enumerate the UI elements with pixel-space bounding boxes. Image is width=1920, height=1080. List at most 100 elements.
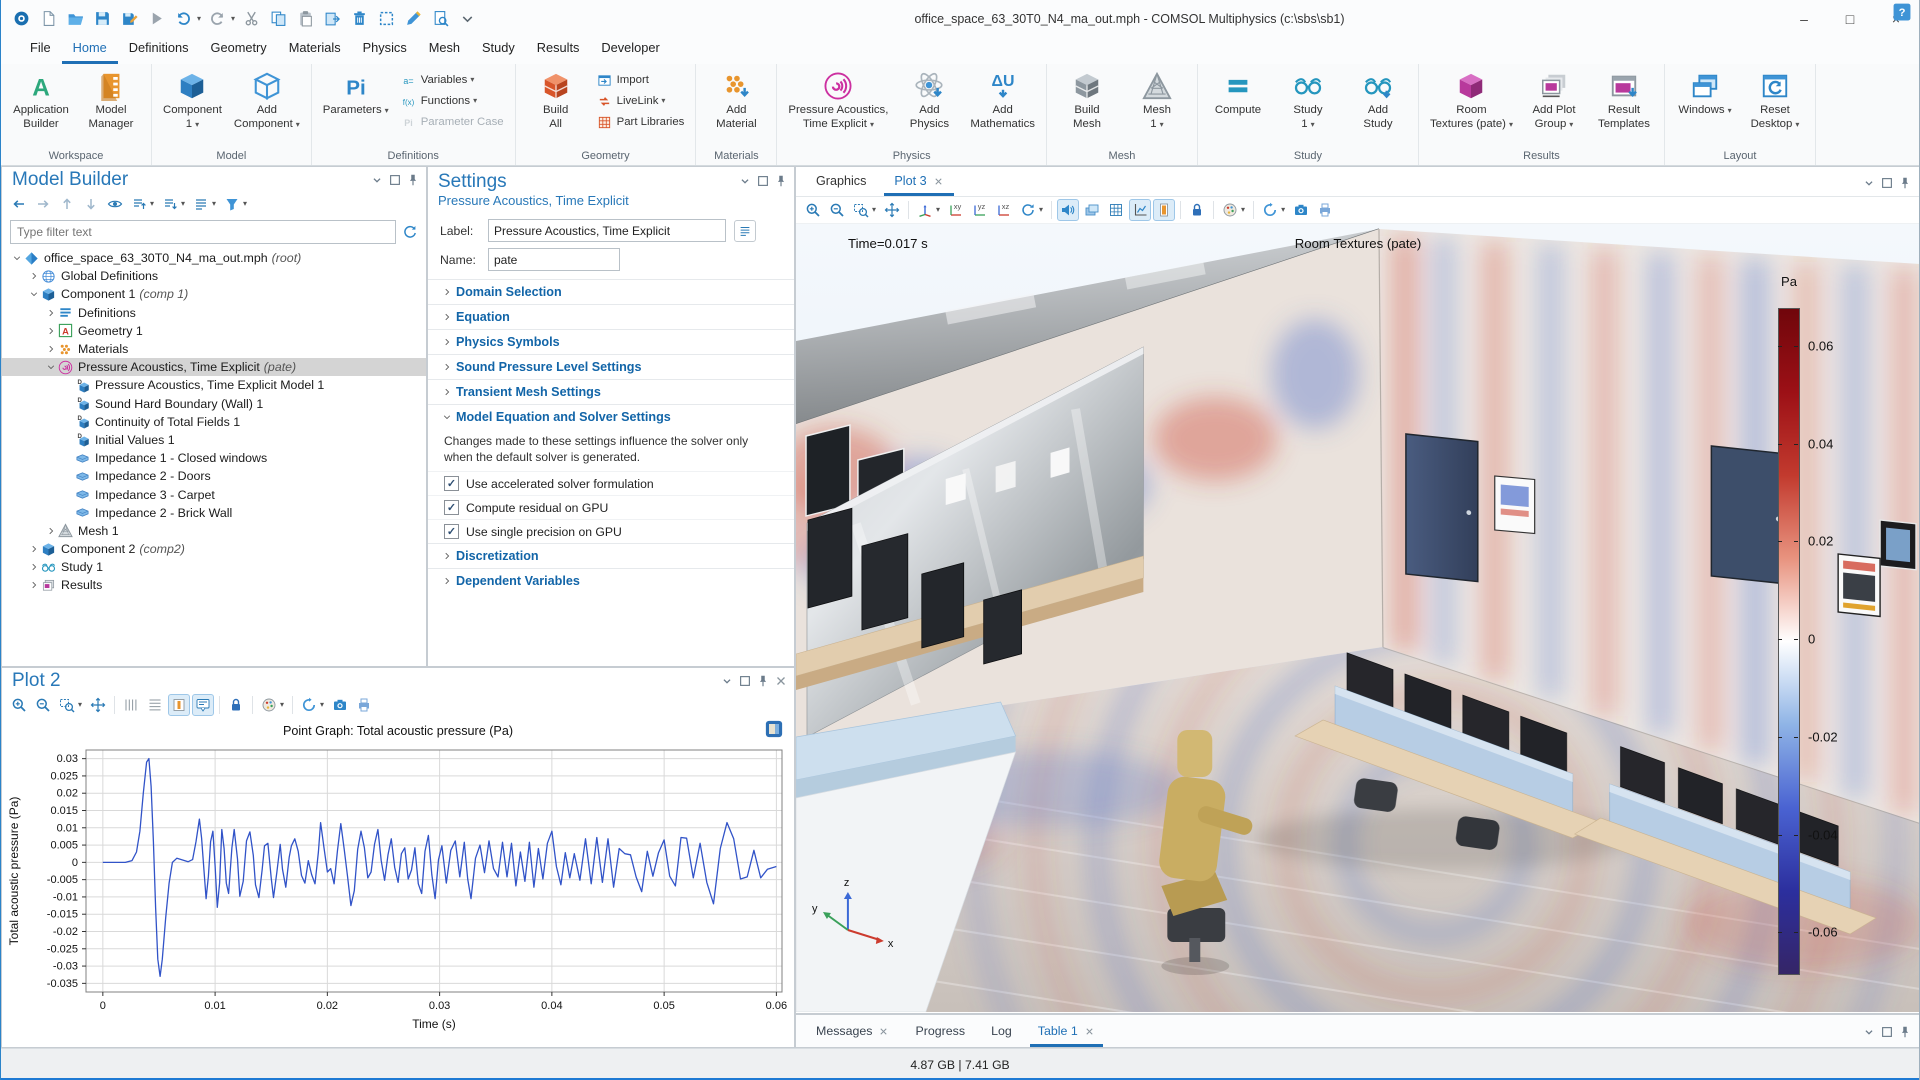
section-discretization[interactable]: Discretization: [428, 543, 794, 568]
toolbar-button-zoom-box[interactable]: ▾: [56, 694, 85, 716]
menu-home[interactable]: Home: [61, 36, 118, 64]
toolbar-button-grid-vertical[interactable]: [120, 694, 142, 716]
filter-input[interactable]: [10, 220, 396, 244]
name-field[interactable]: [488, 248, 620, 271]
toolbar-button-lock[interactable]: [1186, 199, 1208, 221]
pin-icon[interactable]: [406, 173, 420, 187]
save-as-button[interactable]: [119, 8, 140, 29]
chevron-down-icon[interactable]: [1862, 1025, 1876, 1039]
checkbox-compute-residual-on-gpu[interactable]: ✓ Compute residual on GPU: [428, 495, 794, 519]
collapse-arrow-icon[interactable]: [44, 362, 58, 372]
toolbar-button-scene[interactable]: [1081, 199, 1103, 221]
label-options-button[interactable]: [734, 219, 756, 242]
tree-item-continuity-of-total-fields-1[interactable]: D Continuity of Total Fields 1: [2, 413, 426, 431]
toolbar-button-palette[interactable]: ▾: [1219, 199, 1248, 221]
toolbar-button-camera[interactable]: [329, 694, 351, 716]
ribbon-button-component-1[interactable]: Component 1 ▾: [158, 68, 227, 134]
tab-table-1[interactable]: Table 1: [1029, 1019, 1103, 1047]
tree-item-results[interactable]: Results: [2, 576, 426, 594]
toolbar-button-view-yz[interactable]: yz: [969, 199, 991, 221]
help-button[interactable]: ?: [1893, 3, 1911, 21]
ribbon-button-add-material[interactable]: Add Material: [702, 68, 770, 134]
checkbox-use-accelerated-solver-formulation[interactable]: ✓ Use accelerated solver formulation: [428, 471, 794, 495]
maximize-button[interactable]: □: [1827, 0, 1873, 37]
expand-arrow-icon[interactable]: [27, 562, 41, 572]
tree-item-geometry-1[interactable]: A Geometry 1: [2, 322, 426, 340]
ribbon-button-result-templates[interactable]: Result Templates: [1590, 68, 1658, 134]
menu-physics[interactable]: Physics: [352, 36, 418, 64]
plot-thumbnail-icon[interactable]: [764, 719, 784, 739]
ribbon-button-variables[interactable]: a= Variables ▾: [396, 70, 509, 90]
toolbar-button-grid-icon[interactable]: [1105, 199, 1127, 221]
expand-arrow-icon[interactable]: [44, 308, 58, 318]
toolbar-button-view-triad[interactable]: ▾: [914, 199, 943, 221]
toolbar-button-speaker[interactable]: [1057, 199, 1080, 221]
tab-progress[interactable]: Progress: [907, 1019, 973, 1047]
chevron-down-icon[interactable]: [1862, 176, 1876, 190]
ribbon-button-application-builder[interactable]: A Application Builder: [7, 68, 75, 134]
ribbon-button-windows[interactable]: Windows ▾: [1671, 68, 1739, 121]
ribbon-button-study-1[interactable]: Study 1 ▾: [1274, 68, 1342, 134]
expand-arrow-icon[interactable]: [44, 526, 58, 536]
copy-button[interactable]: [268, 8, 289, 29]
toolbar-button-grid-horizontal[interactable]: [144, 694, 166, 716]
toolbar-button-filter[interactable]: ▾: [221, 193, 250, 215]
minimize-button[interactable]: –: [1781, 0, 1827, 37]
section-transient-mesh-settings[interactable]: Transient Mesh Settings: [428, 379, 794, 404]
section-domain-selection[interactable]: Domain Selection: [428, 279, 794, 304]
cut-button[interactable]: [241, 8, 262, 29]
close-icon[interactable]: [774, 674, 788, 688]
paste-button[interactable]: [295, 8, 316, 29]
toolbar-button-plot-axes[interactable]: [1129, 199, 1152, 221]
section-model-equation-and-solver-settings[interactable]: Model Equation and Solver Settings: [428, 404, 794, 429]
toolbar-button-palette[interactable]: ▾: [258, 694, 287, 716]
ribbon-button-build-all[interactable]: Build All: [522, 68, 590, 134]
redo-button[interactable]: ▾: [207, 8, 235, 29]
ribbon-button-add-component[interactable]: Add Component ▾: [229, 68, 305, 134]
ribbon-button-livelink[interactable]: LiveLink ▾: [592, 91, 690, 111]
toolbar-button-collapse-all[interactable]: ▾: [128, 193, 157, 215]
ribbon-button-compute[interactable]: Compute: [1204, 68, 1272, 121]
ribbon-button-pressure-acoustics-time-explicit[interactable]: Pressure Acoustics, Time Explicit ▾: [783, 68, 893, 134]
menu-mesh[interactable]: Mesh: [418, 36, 471, 64]
refresh-icon[interactable]: [402, 224, 418, 240]
ribbon-button-part-libraries[interactable]: Part Libraries: [592, 112, 690, 132]
new-file-button[interactable]: [38, 8, 59, 29]
toolbar-button-axis-marker[interactable]: [168, 694, 191, 716]
open-button[interactable]: [65, 8, 86, 29]
ribbon-button-add-study[interactable]: Add Study: [1344, 68, 1412, 134]
qat-more-button[interactable]: [457, 8, 478, 29]
toolbar-button-print[interactable]: [1314, 199, 1336, 221]
toolbar-button-rotate[interactable]: ▾: [1017, 199, 1046, 221]
pin-icon[interactable]: [1898, 1025, 1912, 1039]
menu-developer[interactable]: Developer: [590, 36, 670, 64]
delete-button[interactable]: [349, 8, 370, 29]
toolbar-button-arrow-right[interactable]: [32, 193, 54, 215]
tab-messages[interactable]: Messages: [808, 1019, 897, 1047]
expand-arrow-icon[interactable]: [27, 544, 41, 554]
pin-icon[interactable]: [1898, 176, 1912, 190]
ribbon-button-mesh-1[interactable]: Mesh 1 ▾: [1123, 68, 1191, 134]
tree-item-component-1[interactable]: Component 1 (comp 1): [2, 285, 426, 303]
chevron-down-icon[interactable]: [370, 173, 384, 187]
3d-room-scene[interactable]: z y x: [796, 224, 1920, 1012]
expand-arrow-icon[interactable]: [27, 271, 41, 281]
tree-item-study-1[interactable]: Study 1: [2, 558, 426, 576]
tree-item-component-2[interactable]: Component 2 (comp2): [2, 540, 426, 558]
ribbon-button-functions[interactable]: f(x) Functions ▾: [396, 91, 509, 111]
tab-plot-3[interactable]: Plot 3: [884, 170, 954, 196]
toolbar-button-zoom-in[interactable]: [8, 694, 30, 716]
expand-arrow-icon[interactable]: [44, 344, 58, 354]
section-sound-pressure-level-settings[interactable]: Sound Pressure Level Settings: [428, 354, 794, 379]
toolbar-button-zoom-in[interactable]: [802, 199, 824, 221]
tree-item-impedance-2-doors[interactable]: Impedance 2 - Doors: [2, 467, 426, 485]
tree-item-materials[interactable]: Materials: [2, 340, 426, 358]
tree-item-pressure-acoustics-time-explicit-model-1[interactable]: D Pressure Acoustics, Time Explicit Model…: [2, 376, 426, 394]
toolbar-button-zoom-box[interactable]: ▾: [850, 199, 879, 221]
ribbon-button-model-manager[interactable]: Model Manager: [77, 68, 145, 134]
tree-item-global-definitions[interactable]: Global Definitions: [2, 267, 426, 285]
close-icon[interactable]: [878, 1026, 889, 1037]
menu-study[interactable]: Study: [471, 36, 526, 64]
toolbar-button-zoom-extents[interactable]: [87, 694, 109, 716]
tree-item-office-space-63-30t0-n4-ma-out-mph[interactable]: office_space_63_30T0_N4_ma_out.mph (root): [2, 249, 426, 267]
